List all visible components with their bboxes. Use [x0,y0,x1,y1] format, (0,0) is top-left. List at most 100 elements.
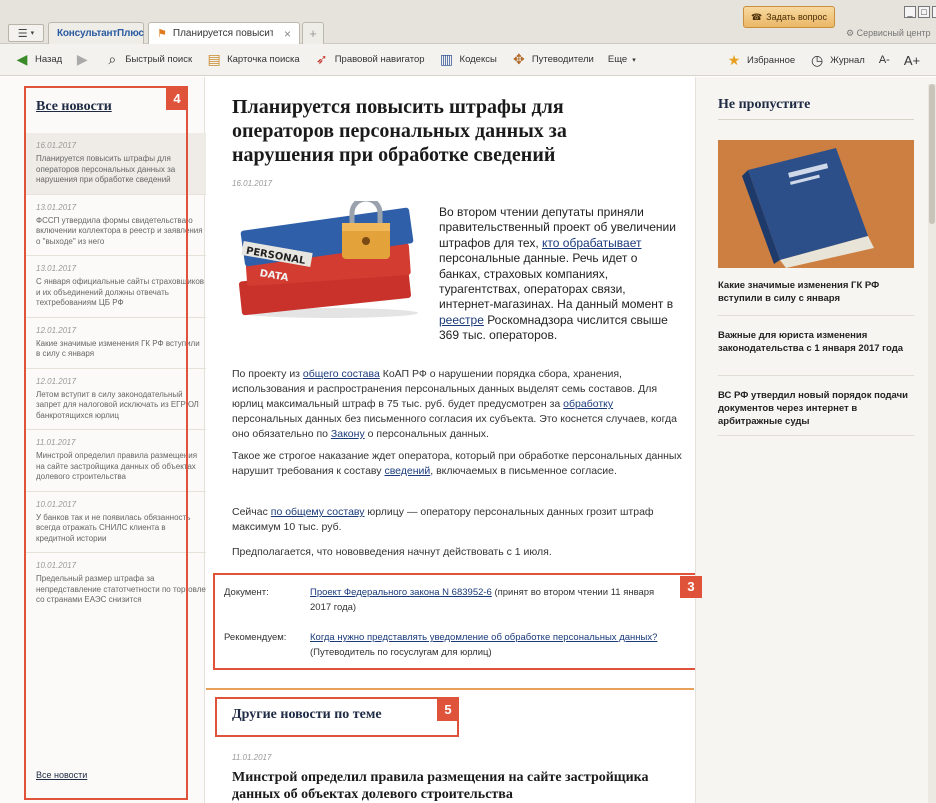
dont-miss-item[interactable]: Какие значимые изменения ГК РФ вступили … [718,279,918,305]
font-larger-label: A+ [903,52,921,68]
tab-bar: ☰ ▾ КонсультантПлюс ⚑ Планируется повыси… [0,0,936,44]
more-label: Еще [607,54,628,65]
legal-navigator-label: Правовой навигатор [334,54,425,65]
legal-navigator-button[interactable]: ➶ Правовой навигатор [314,51,425,68]
more-button[interactable]: Еще ▾ [608,54,636,65]
clock-icon: ◷ [811,51,824,68]
favorites-label: Избранное [747,54,796,66]
article-date: 16.01.2017 [232,179,273,188]
recommend-label: Рекомендуем: [224,632,287,643]
item-divider [718,375,914,376]
quick-search-button[interactable]: ⌕ Быстрый поиск [104,51,193,68]
page-scrollbar[interactable] [928,84,936,803]
tab-close-icon[interactable]: × [284,27,291,41]
link-general-composition-2[interactable]: по общему составу [271,506,365,518]
font-smaller-label: A- [878,54,890,66]
lead-link-processing[interactable]: кто обрабатывает [542,236,641,250]
paragraph-text: По проекту из [232,368,303,380]
maximize-icon[interactable]: □ [918,6,930,18]
article-paragraph: Сейчас по общему составу юрлицу — операт… [232,505,682,535]
callout-badge-4: 4 [166,88,188,110]
signpost-icon: ✥ [512,51,525,67]
toolbar-right: ★ Избранное ◷ Журнал A- A+ [726,44,920,76]
other-news-headline[interactable]: Минстрой определил правила размещения на… [232,769,672,803]
item-divider [718,315,914,316]
document-label: Документ: [224,587,269,598]
flag-icon: ⚑ [157,28,167,40]
document-value: Проект Федерального закона N 683952-6 (п… [310,585,670,615]
back-label: Назад [35,54,63,65]
link-law[interactable]: Закону [331,428,365,440]
article-lead: Во втором чтении депутаты приняли правит… [439,205,679,344]
dont-miss-item[interactable]: ВС РФ утвердил новый порядок подачи доку… [718,389,918,428]
dont-miss-title: Не пропустите [718,97,811,112]
card-search-label: Карточка поиска [227,54,300,65]
tab-active-label: Планируется повысить ш... [172,28,273,39]
forward-button[interactable]: ▶ [74,51,90,68]
document-link[interactable]: Проект Федерального закона N 683952-6 [310,587,492,598]
minimize-icon[interactable]: _ [904,6,916,18]
recommend-note: (Путеводитель по госуслугам для юрлиц) [310,647,492,658]
tab-logo-label: КонсультантПлюс [57,28,144,39]
title-underline [718,119,914,120]
main-menu-button[interactable]: ☰ ▾ [8,24,44,42]
hamburger-icon: ☰ [17,27,28,40]
search-icon: ⌕ [108,51,117,67]
arrow-right-icon: ▶ [76,51,88,67]
paragraph-text: , включаемых в письменное согласие. [430,465,617,477]
link-general-composition[interactable]: общего состава [303,368,380,380]
codes-label: Кодексы [459,54,497,65]
service-center-link[interactable]: ⚙ Сервисный центр [846,28,931,39]
guides-label: Путеводители [531,54,594,65]
toolbar: ◀ Назад ▶ ⌕ Быстрый поиск ▤ Карточка пои… [0,44,936,76]
chevron-down-icon: ▾ [30,30,35,37]
link-information[interactable]: сведений [384,465,430,477]
font-larger-button[interactable]: A+ [904,53,920,68]
book-illustration[interactable] [718,140,914,268]
navigator-icon: ➶ [315,51,328,67]
scrollbar-thumb[interactable] [929,84,935,224]
recommend-value: Когда нужно представлять уведомление об … [310,630,670,660]
journal-label: Журнал [830,54,865,66]
item-divider [718,435,914,436]
paragraph-text: Сейчас [232,506,271,518]
journal-button[interactable]: ◷ Журнал [809,52,865,68]
news-sidebar-callout-box [24,86,188,800]
other-news-date: 11.01.2017 [232,753,272,762]
ask-question-button[interactable]: ☎ Задать вопрос [743,6,835,28]
callout-badge-3: 3 [680,576,702,598]
lead-link-registry[interactable]: реестре [439,313,484,327]
window-controls: _ □ × [904,6,936,18]
article-paragraph: Такое же строгое наказание ждет оператор… [232,449,682,479]
service-center-label: Сервисный центр [856,28,931,38]
callout-badge-5: 5 [437,699,459,721]
other-news-title: Другие новости по теме [232,707,382,722]
guides-button[interactable]: ✥ Путеводители [511,51,594,68]
card-search-button[interactable]: ▤ Карточка поиска [206,51,300,68]
service-center-icon: ⚙ [846,28,855,38]
headset-icon: ☎ [750,11,763,22]
section-divider [206,688,694,690]
link-processing[interactable]: обработку [563,398,613,410]
tab-consultant-home[interactable]: КонсультантПлюс [48,22,144,44]
dont-miss-panel: Не пропустите Какие значимые изменения Г… [695,77,936,803]
quick-search-label: Быстрый поиск [125,54,193,65]
tab-add-button[interactable]: + [302,22,324,44]
chevron-down-icon: ▾ [632,56,636,64]
book-icon: ▥ [439,51,454,67]
tab-active-document[interactable]: ⚑ Планируется повысить ш... × [148,22,300,44]
back-button[interactable]: ◀ Назад [14,51,63,68]
dont-miss-item[interactable]: Важные для юриста изменения законодатель… [718,329,918,355]
article-paragraph: По проекту из общего состава КоАП РФ о н… [232,367,682,442]
personal-data-illustration: PERSONAL DATA [238,201,418,318]
favorites-button[interactable]: ★ Избранное [726,52,795,68]
plus-icon: + [309,26,317,41]
document-row: Документ: Проект Федерального закона N 6… [224,585,670,615]
font-smaller-button[interactable]: A- [879,54,890,66]
recommend-row: Рекомендуем: Когда нужно представлять ув… [224,630,670,660]
paragraph-text: о персональных данных. [364,428,489,440]
codes-button[interactable]: ▥ Кодексы [439,51,497,68]
recommend-link[interactable]: Когда нужно представлять уведомление об … [310,632,657,643]
close-window-icon[interactable]: × [932,6,936,18]
lead-text: персональные данные. Речь идет о банках,… [439,251,674,312]
